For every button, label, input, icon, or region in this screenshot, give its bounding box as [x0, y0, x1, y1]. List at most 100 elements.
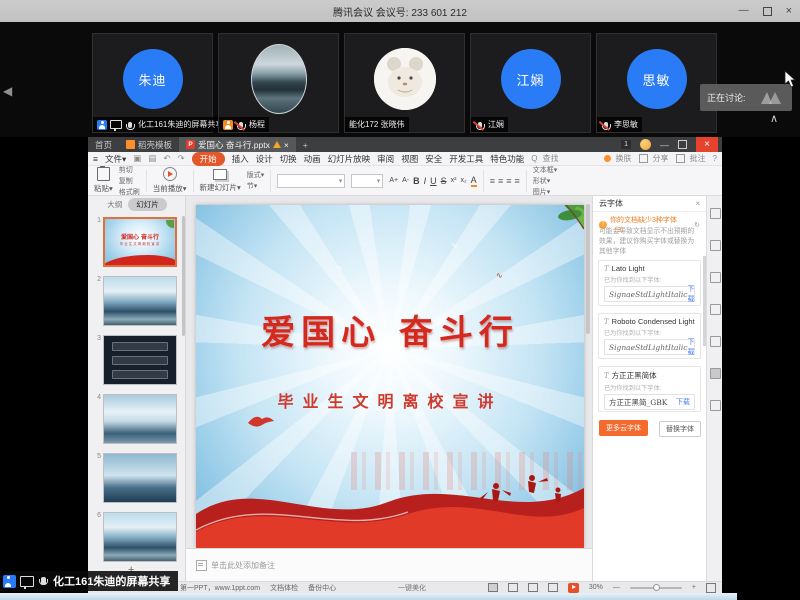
decrease-font-button[interactable]: A- [402, 177, 409, 184]
slide-subtitle[interactable]: 毕业生文明离校宣讲 [196, 388, 584, 412]
menu-start[interactable]: 开始 [192, 152, 225, 166]
close-icon[interactable]: × [786, 6, 792, 17]
participant-tile-zhudi[interactable]: 朱迪 化工161朱迪的屏幕共享 [92, 33, 213, 133]
save-icon[interactable]: ▣ [133, 153, 141, 164]
align-right-icon[interactable]: ≡ [506, 176, 511, 186]
tab-outline[interactable]: 大纲 [107, 199, 122, 210]
replace-fonts-button[interactable]: 替换字体 [659, 421, 701, 437]
participant-tile-yangcheng[interactable]: 杨程 [218, 33, 339, 133]
backup-sidebar-icon[interactable] [710, 400, 721, 411]
cut-button[interactable]: 剪切 [119, 165, 140, 175]
slide-editor[interactable]: ∿ ∿ ∿ 爱国心 奋斗行 毕业生文明离校宣讲 [196, 205, 584, 548]
message-badge[interactable]: 1 [621, 140, 631, 149]
play-slideshow-button[interactable] [568, 583, 579, 593]
find-button[interactable]: Q 查找 [531, 153, 558, 164]
highlight-button[interactable]: A [471, 175, 477, 187]
zoom-level[interactable]: 30% [589, 584, 603, 591]
collapse-strip-icon[interactable]: ∧ [770, 112, 778, 125]
picture-button[interactable]: 图片▾ [533, 187, 558, 197]
download-link[interactable]: 下载 [688, 284, 695, 304]
underline-button[interactable]: U [430, 176, 437, 186]
cloud-font-sidebar-icon[interactable] [710, 368, 721, 379]
redo-icon[interactable]: ↷ [177, 153, 184, 164]
slide-thumbnail-2[interactable] [103, 276, 177, 326]
hamburger-icon[interactable]: ≡ [93, 154, 98, 164]
menu-slideshow[interactable]: 幻灯片放映 [328, 153, 371, 165]
textbox-button[interactable]: 文本框▾ [533, 165, 558, 175]
download-link[interactable]: 下载 [688, 337, 695, 357]
docer-sidebar-icon[interactable] [710, 208, 721, 219]
minimize-icon[interactable]: — [739, 6, 749, 16]
panel-scrollbar[interactable] [182, 216, 185, 336]
beautify-button[interactable]: 一键美化 [346, 583, 478, 593]
font-name-combo[interactable]: ▾ [277, 174, 345, 188]
paste-button[interactable]: 粘贴▾ [94, 167, 113, 194]
menu-design[interactable]: 设计 [256, 153, 273, 165]
slide-thumbnail-4[interactable] [103, 394, 177, 444]
slide-thumbnail-3[interactable] [103, 335, 177, 385]
line-spacing-icon[interactable]: ≡ [514, 176, 519, 186]
prev-page-icon[interactable]: ◀ [3, 84, 12, 98]
section-button[interactable]: 节▾ [247, 181, 265, 191]
menu-insert[interactable]: 插入 [232, 153, 249, 165]
new-slide-button[interactable]: 新建幻灯片▾ [200, 169, 241, 193]
animation-sidebar-icon[interactable] [710, 240, 721, 251]
zoom-slider-knob[interactable] [653, 584, 660, 591]
panel-close-icon[interactable]: × [695, 199, 700, 208]
slide-thumbnail-6[interactable] [103, 512, 177, 562]
wps-minimize-icon[interactable]: — [660, 140, 669, 150]
strike-button[interactable]: S [441, 176, 447, 186]
wps-maximize-icon[interactable] [678, 140, 687, 149]
italic-button[interactable]: I [424, 176, 427, 186]
menu-security[interactable]: 安全 [425, 153, 442, 165]
canvas-scrollbar[interactable] [586, 204, 590, 334]
font-size-combo[interactable]: ▾ [351, 174, 383, 188]
download-link[interactable]: 下载 [676, 397, 690, 407]
layout-button[interactable]: 版式▾ [247, 170, 265, 180]
tab-docer[interactable]: 稻壳模板 [119, 137, 179, 152]
slide-thumbnail-1[interactable]: 爱国心 奋斗行 毕业生文明离校宣讲 [103, 217, 177, 267]
menu-transition[interactable]: 切换 [280, 153, 297, 165]
tab-slides[interactable]: 幻灯片 [128, 198, 167, 211]
slide-title[interactable]: 爱国心 奋斗行 [196, 305, 584, 354]
new-tab-icon[interactable]: + [296, 137, 315, 152]
menu-animation[interactable]: 动画 [304, 153, 321, 165]
help-sidebar-icon[interactable] [710, 336, 721, 347]
menu-features[interactable]: 特色功能 [490, 153, 524, 165]
more-cloud-fonts-button[interactable]: 更多云字体 [599, 420, 648, 436]
subscript-button[interactable]: x₂ [460, 177, 466, 184]
menu-view[interactable]: 视图 [401, 153, 418, 165]
menu-devtools[interactable]: 开发工具 [449, 153, 483, 165]
zoom-in-icon[interactable]: + [692, 584, 696, 591]
tab-document[interactable]: P 爱国心 奋斗行.pptx × [179, 137, 296, 152]
increase-font-button[interactable]: A+ [389, 177, 398, 184]
fit-screen-icon[interactable] [706, 583, 716, 593]
bold-button[interactable]: B [413, 176, 420, 186]
comment-button[interactable]: 批注 [676, 153, 706, 164]
menu-review[interactable]: 审阅 [377, 153, 394, 165]
reading-view-icon[interactable] [528, 583, 538, 592]
play-from-current-button[interactable]: 当前播放▾ [153, 167, 187, 194]
doc-check-button[interactable]: 文档体检 [270, 583, 298, 593]
tab-home[interactable]: 首页 [88, 137, 119, 152]
maximize-icon[interactable] [763, 7, 772, 16]
align-center-icon[interactable]: ≡ [498, 176, 503, 186]
undo-icon[interactable]: ↶ [163, 153, 170, 164]
zoom-slider[interactable] [630, 587, 682, 589]
backup-center-button[interactable]: 备份中心 [308, 583, 336, 593]
align-left-icon[interactable]: ≡ [490, 176, 495, 186]
shape-button[interactable]: 形状▾ [533, 176, 558, 186]
notes-bar[interactable]: 单击此处添加备注 [186, 548, 592, 581]
user-avatar[interactable] [640, 139, 651, 150]
participant-tile-jiangxian[interactable]: 江娴 江娴 [470, 33, 591, 133]
participant-tile-zhangxiaowei[interactable]: 能化172 张晓伟 [344, 33, 465, 133]
sorter-view-icon[interactable] [508, 583, 518, 592]
format-painter-button[interactable]: 格式刷 [119, 187, 140, 197]
help-button[interactable]: ? [713, 154, 717, 163]
file-menu[interactable]: 文件▾ [105, 153, 126, 165]
copy-button[interactable]: 复制 [119, 176, 140, 186]
skin-button[interactable]: 换肤 [604, 153, 632, 164]
normal-view-icon[interactable] [488, 583, 498, 592]
print-icon[interactable]: ▤ [148, 153, 156, 164]
share-button[interactable]: 分享 [639, 153, 669, 164]
